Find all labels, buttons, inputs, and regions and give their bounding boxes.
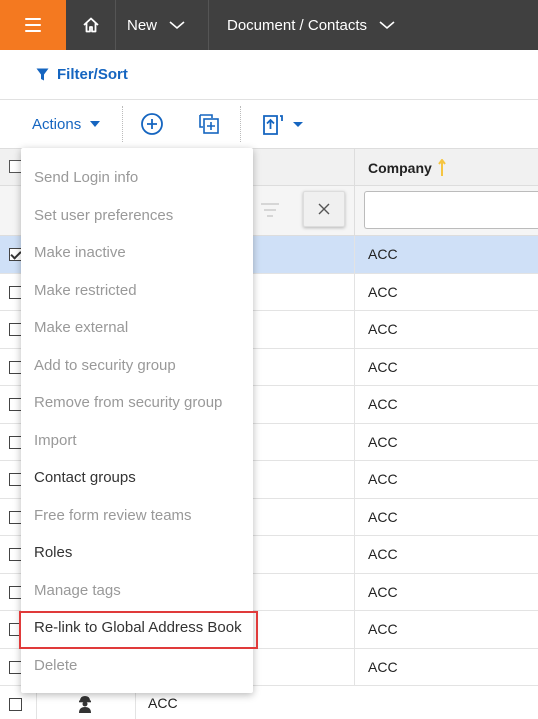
column-divider (354, 648, 355, 685)
column-divider (354, 536, 355, 573)
company-filter-input[interactable] (364, 191, 538, 229)
company-cell: ACC (368, 321, 398, 338)
hamburger-menu-button[interactable] (0, 0, 66, 50)
column-divider (354, 348, 355, 385)
menu-item-import[interactable]: Import (21, 422, 253, 460)
company-cell: ACC (368, 546, 398, 563)
company-cell: ACC (368, 621, 398, 638)
menu-item-free-form-review-teams[interactable]: Free form review teams (21, 497, 253, 535)
grid-toolbar: Actions (0, 100, 538, 148)
menu-item-add-to-security-group[interactable]: Add to security group (21, 347, 253, 385)
menu-item-remove-from-security-group[interactable]: Remove from security group (21, 384, 253, 422)
contact-avatar-icon (79, 696, 91, 713)
filter-lines-icon (261, 203, 279, 217)
menu-item-roles[interactable]: Roles (21, 534, 253, 572)
actions-dropdown-menu: Send Login info Set user preferences Make … (19, 148, 258, 693)
menu-item-make-restricted[interactable]: Make restricted (21, 272, 253, 310)
column-divider (354, 186, 355, 236)
column-divider (354, 273, 355, 310)
company-cell: ACC (368, 658, 398, 675)
column-divider (354, 611, 355, 648)
column-divider (354, 236, 355, 273)
column-divider (354, 311, 355, 348)
row-checkbox[interactable] (9, 698, 22, 711)
home-icon (82, 17, 99, 33)
menu-item-re-link-to-global-address-book[interactable]: Re-link to Global Address Book (19, 609, 258, 649)
toolbar-divider (240, 106, 241, 142)
menu-item-make-external[interactable]: Make external (21, 309, 253, 347)
company-cell: ACC (368, 433, 398, 450)
chevron-down-icon (169, 21, 185, 30)
menu-item-make-inactive[interactable]: Make inactive (21, 234, 253, 272)
toolbar-divider (122, 106, 123, 142)
duplicate-icon[interactable] (197, 112, 221, 136)
company-cell: ACC (368, 246, 398, 263)
menu-item-send-login-info[interactable]: Send Login info (21, 159, 253, 197)
breadcrumb-label: Document / Contacts (227, 16, 368, 34)
company-cell: ACC (368, 583, 398, 600)
new-menu-button[interactable]: New (117, 0, 209, 50)
filter-sort-bar: Filter/Sort (0, 50, 538, 100)
actions-dropdown-button[interactable]: Actions (32, 100, 101, 148)
menu-item-manage-tags[interactable]: Manage tags (21, 572, 253, 610)
menu-item-contact-groups[interactable]: Contact groups (21, 459, 253, 497)
export-dropdown-icon[interactable] (260, 112, 306, 136)
column-divider (354, 386, 355, 423)
clear-filter-button[interactable] (303, 191, 345, 227)
column-divider (354, 423, 355, 460)
company-cell: ACC (368, 283, 398, 300)
hamburger-icon (25, 18, 41, 32)
column-divider (354, 573, 355, 610)
column-divider (354, 498, 355, 535)
new-menu-label: New (127, 16, 158, 34)
add-circle-icon[interactable] (140, 112, 164, 136)
company-column-header[interactable]: Company (354, 149, 538, 187)
company-cell: ACC (368, 471, 398, 488)
filter-sort-link[interactable]: Filter/Sort (57, 66, 128, 83)
column-divider (354, 461, 355, 498)
breadcrumb-menu-button[interactable]: Document / Contacts (210, 0, 396, 50)
sort-ascending-icon (437, 159, 446, 176)
menu-item-delete[interactable]: Delete (21, 647, 253, 685)
actions-label: Actions (32, 115, 82, 133)
chevron-down-icon (379, 21, 395, 30)
company-cell: ACC (368, 358, 398, 375)
company-cell: ACC (368, 508, 398, 525)
funnel-icon (36, 68, 49, 80)
menu-item-set-user-preferences[interactable]: Set user preferences (21, 197, 253, 235)
top-navigation-bar: New Document / Contacts (0, 0, 538, 50)
company-cell: ACC (368, 396, 398, 413)
company-header-label: Company (368, 160, 432, 176)
caret-down-icon (90, 121, 101, 127)
close-icon (318, 203, 330, 215)
home-button[interactable] (66, 0, 116, 50)
